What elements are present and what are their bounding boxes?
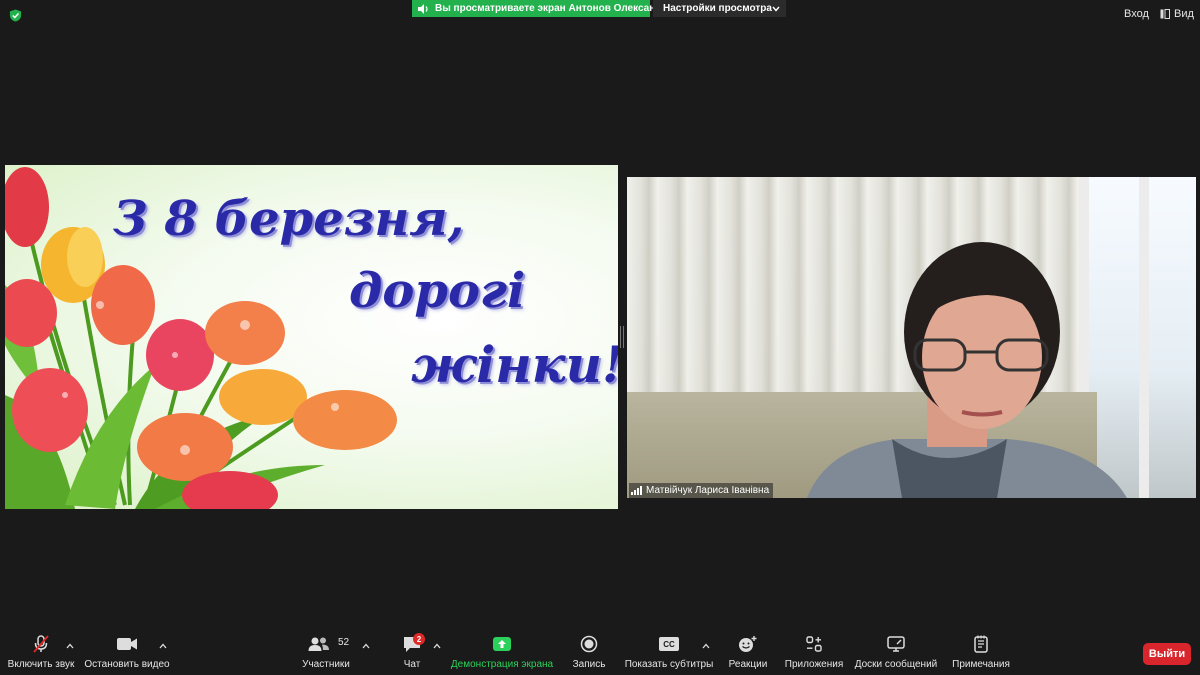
apps-button[interactable]: Приложения [785, 631, 843, 675]
chat-unread-badge: 2 [413, 633, 425, 645]
apps-label: Приложения [784, 659, 844, 670]
greeting-line-1: З 8 березня, [113, 191, 465, 247]
participants-options-chevron-icon[interactable] [362, 642, 370, 650]
view-options-dropdown[interactable]: Настройки просмотра [653, 0, 786, 17]
chat-button[interactable]: 2 Чат [397, 631, 427, 675]
sign-in-label: Вход [1124, 8, 1149, 20]
participant-person [807, 242, 1127, 498]
closed-captions-icon: CC [659, 631, 679, 657]
chat-label: Чат [403, 659, 421, 670]
share-screen-label: Демонстрация экрана [450, 659, 554, 670]
share-banner-text: Вы просматриваете экран Антонов Олександ… [435, 3, 668, 14]
view-options-label: Настройки просмотра [663, 3, 772, 14]
speaker-icon [418, 3, 429, 14]
share-screen-button[interactable]: Демонстрация экрана [450, 631, 554, 675]
whiteboard-icon [886, 631, 906, 657]
notes-label: Примечания [952, 659, 1010, 670]
meeting-toolbar: Включить звук Остановить видео 52 Участн… [0, 631, 1200, 675]
greeting-line-3: жінки! [411, 335, 618, 394]
splitter-handle[interactable] [620, 326, 624, 348]
reactions-button[interactable]: Реакции [727, 631, 769, 675]
record-label: Запись [572, 659, 606, 670]
shared-screen: З 8 березня, дорогі жінки! [5, 165, 618, 509]
top-bar: Вы просматриваете экран Антонов Олександ… [0, 0, 1200, 30]
smiley-add-icon [738, 631, 758, 657]
unmute-button[interactable]: Включить звук [8, 631, 74, 675]
signal-strength-icon [631, 486, 642, 495]
participants-label: Участники [302, 659, 350, 670]
stop-video-button[interactable]: Остановить видео [84, 631, 170, 675]
record-icon [580, 631, 598, 657]
record-button[interactable]: Запись [572, 631, 606, 675]
captions-options-chevron-icon[interactable] [702, 642, 710, 650]
show-captions-label: Показать субтитры [624, 659, 714, 670]
leave-meeting-button[interactable]: Выйти [1143, 643, 1191, 665]
participants-icon: 52 [300, 631, 352, 657]
screen-share-banner: Вы просматриваете экран Антонов Олександ… [412, 0, 668, 17]
leave-label: Выйти [1148, 648, 1186, 660]
unmute-label: Включить звук [7, 659, 75, 670]
whiteboards-button[interactable]: Доски сообщений [855, 631, 937, 675]
view-button[interactable]: Вид [1160, 8, 1194, 20]
whiteboards-label: Доски сообщений [854, 659, 938, 670]
captions-icon-text: CC [659, 637, 679, 651]
apps-icon [805, 631, 823, 657]
reactions-label: Реакции [728, 659, 768, 670]
participants-count: 52 [338, 637, 350, 648]
participant-name-tag: Матвійчук Лариса Іванівна [629, 483, 774, 498]
audio-options-chevron-icon[interactable] [66, 642, 74, 650]
chat-options-chevron-icon[interactable] [433, 642, 441, 650]
notes-icon [973, 631, 989, 657]
share-screen-icon [492, 631, 512, 657]
security-shield-icon[interactable] [9, 9, 22, 22]
participant-video[interactable] [627, 177, 1196, 498]
view-grid-icon [1160, 9, 1170, 19]
notes-button[interactable]: Примечания [952, 631, 1010, 675]
microphone-muted-icon [31, 631, 51, 657]
view-label: Вид [1174, 8, 1194, 20]
participants-button[interactable]: 52 Участники [300, 631, 352, 675]
show-captions-button[interactable]: CC Показать субтитры [624, 631, 714, 675]
participant-name: Матвійчук Лариса Іванівна [646, 485, 770, 496]
chat-bubble-icon: 2 [397, 631, 427, 657]
greeting-line-2: дорогі [349, 263, 526, 319]
stop-video-label: Остановить видео [84, 659, 170, 670]
chevron-down-icon [772, 6, 780, 12]
video-camera-icon [116, 631, 138, 657]
video-options-chevron-icon[interactable] [159, 642, 167, 650]
sign-in-button[interactable]: Вход [1124, 8, 1149, 20]
